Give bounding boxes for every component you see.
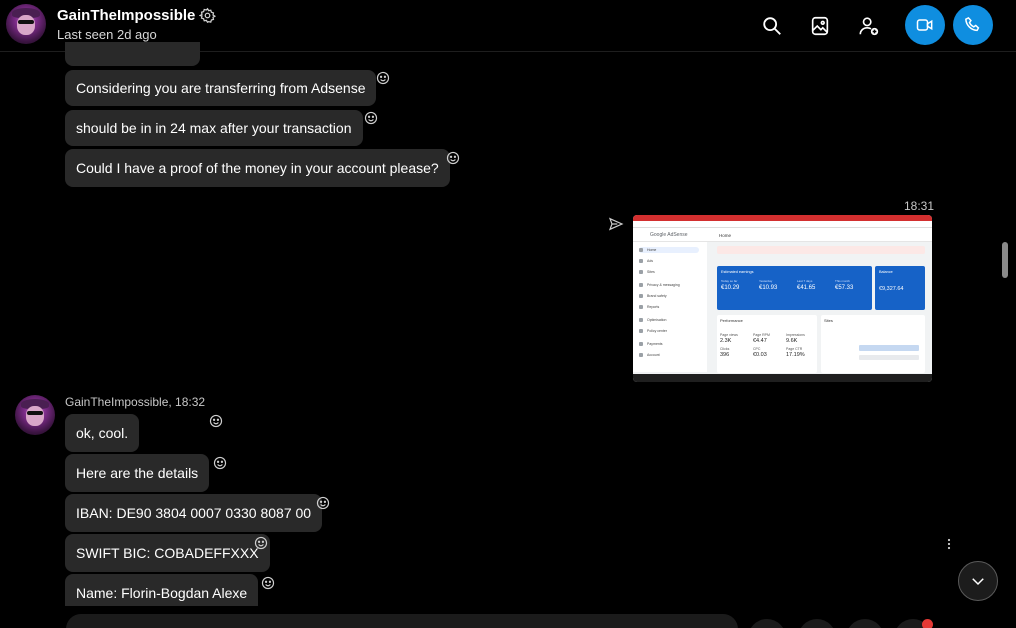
message-text: ok, cool. <box>76 425 129 441</box>
smiley-icon[interactable] <box>446 151 460 165</box>
estimated-earnings-card: Estimated earnings Today so far €10.29 Y… <box>717 266 872 310</box>
sites-card: Sites <box>821 315 925 373</box>
composer-action-button[interactable] <box>798 619 836 628</box>
message-text: Here are the details <box>76 465 199 481</box>
message-text: should be in in 24 max after your transa… <box>76 120 352 136</box>
adsense-nav-item: Optimisation <box>639 317 699 323</box>
smiley-icon[interactable] <box>209 414 223 428</box>
contact-avatar[interactable] <box>6 4 46 44</box>
video-call-button[interactable] <box>905 5 945 45</box>
message-text: Name: Florin-Bogdan Alexe <box>76 585 248 601</box>
adsense-nav-item: Brand safety <box>639 293 699 299</box>
gallery-button[interactable] <box>800 6 840 46</box>
audio-call-button[interactable] <box>953 5 993 45</box>
scroll-to-bottom-button[interactable] <box>958 561 998 601</box>
adsense-nav-item: Home <box>639 247 699 253</box>
smiley-icon[interactable] <box>213 456 227 470</box>
windows-taskbar <box>633 374 932 382</box>
adsense-page-title: Home <box>719 233 732 238</box>
adsense-nav-item: Account <box>639 352 699 358</box>
smiley-icon[interactable] <box>364 111 378 125</box>
smiley-icon[interactable] <box>316 496 330 510</box>
message-bubble[interactable]: should be in in 24 max after your transa… <box>65 110 363 146</box>
composer-action-button[interactable] <box>846 619 884 628</box>
chevron-down-icon <box>972 578 984 586</box>
message-text: SWIFT BIC: COBADEFFXXX <box>76 545 259 561</box>
message-text: Could I have a proof of the money in you… <box>76 160 439 176</box>
message-timestamp: 18:31 <box>904 199 935 213</box>
message-bubble[interactable]: Considering you are transferring from Ad… <box>65 70 377 106</box>
notification-dot <box>922 619 933 628</box>
add-person-icon <box>859 17 879 36</box>
message-bubble[interactable]: IBAN: DE90 3804 0007 0330 8087 00 <box>65 494 323 532</box>
add-person-button[interactable] <box>849 6 889 46</box>
balance-card: Balance €9,327.64 <box>875 266 925 310</box>
message-bubble[interactable]: SWIFT BIC: COBADEFFXXX <box>65 534 270 572</box>
sent-image-attachment[interactable]: Google AdSense Home Home Ads Sites Priva… <box>633 215 932 382</box>
message-text: IBAN: DE90 3804 0007 0330 8087 00 <box>76 505 312 521</box>
more-options-icon[interactable] <box>944 537 954 551</box>
contact-name[interactable]: GainTheImpossible <box>57 7 195 24</box>
adsense-nav-item: Payments <box>639 341 699 347</box>
adsense-nav-item: Privacy & messaging <box>639 282 699 288</box>
adsense-nav-item: Policy center <box>639 328 699 334</box>
performance-card: Performance Page views 2.3K Page RPM €4.… <box>717 315 817 373</box>
adsense-nav-item: Sites <box>639 269 699 275</box>
browser-url-bar <box>633 221 932 228</box>
adsense-brand: Google AdSense <box>650 232 688 238</box>
sender-avatar[interactable] <box>15 395 55 435</box>
message-bubble[interactable]: Could I have a proof of the money in you… <box>65 149 450 187</box>
message-bubble[interactable]: Name: Florin-Bogdan Alexe <box>65 574 259 606</box>
adsense-nav-item: Ads <box>639 258 699 264</box>
message-bubble[interactable]: Here are the details <box>65 454 210 492</box>
search-icon <box>763 17 781 35</box>
gallery-icon <box>811 16 829 36</box>
message-text: Considering you are transferring from Ad… <box>76 80 366 96</box>
adsense-nav-item: Reports <box>639 304 699 310</box>
send-status-icon <box>608 217 624 231</box>
composer-action-button[interactable] <box>748 619 786 628</box>
scrollbar-thumb[interactable] <box>1002 242 1008 278</box>
phone-icon <box>965 17 980 32</box>
search-button[interactable] <box>752 6 792 46</box>
smiley-icon[interactable] <box>376 71 390 85</box>
adsense-sidebar: Home Ads Sites Privacy & messaging Brand… <box>633 242 707 372</box>
gear-icon[interactable] <box>199 7 216 24</box>
previous-message-bubble <box>65 42 200 66</box>
smiley-icon[interactable] <box>254 536 268 550</box>
smiley-icon[interactable] <box>261 576 275 590</box>
message-bubble[interactable]: ok, cool. <box>65 414 140 452</box>
last-seen-status: Last seen 2d ago <box>57 27 157 42</box>
adsense-alert-banner <box>717 246 925 254</box>
sender-name-time: GainTheImpossible, 18:32 <box>65 395 206 409</box>
video-call-icon <box>916 19 933 31</box>
message-composer[interactable] <box>66 614 738 628</box>
